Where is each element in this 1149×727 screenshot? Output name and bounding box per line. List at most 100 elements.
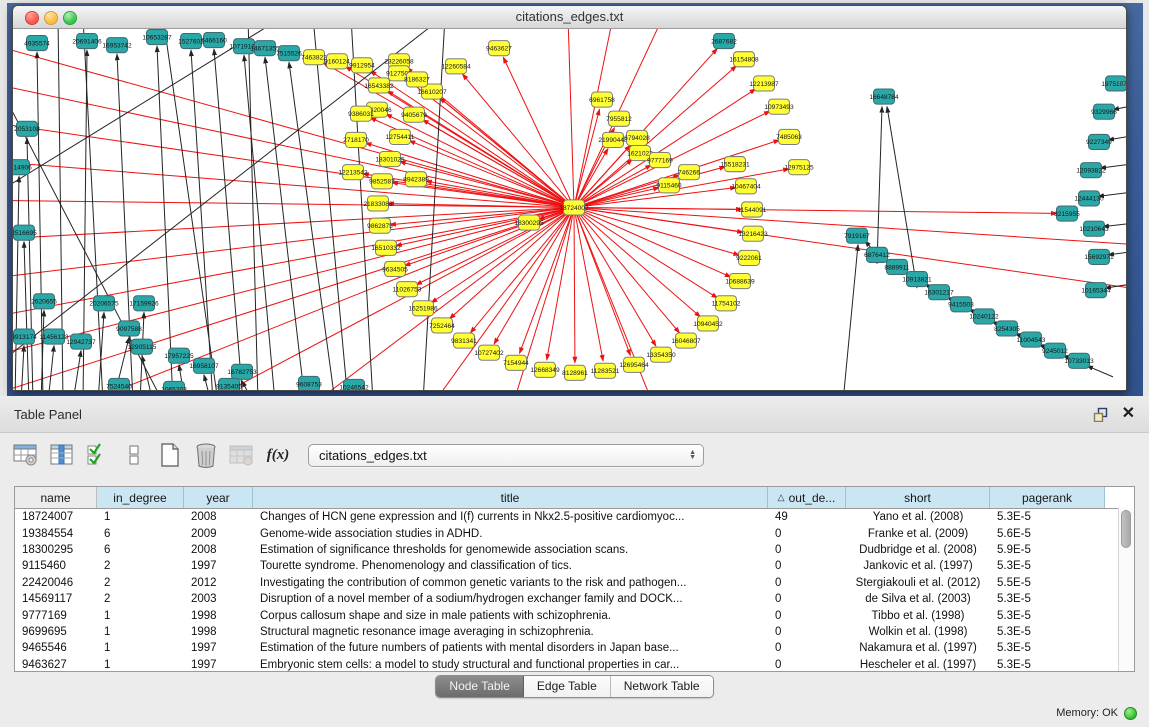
graph-node-teal[interactable]: 9608753 (296, 376, 322, 390)
graph-node-teal[interactable]: 7919167 (844, 228, 870, 243)
table-row[interactable]: 911546021997Tourette syndrome. Phenomeno… (15, 558, 1134, 574)
graph-node-yellow[interactable]: 15518231 (720, 157, 750, 172)
graph-node-teal[interactable]: 1065203 (161, 381, 187, 390)
delete-column-button[interactable] (190, 439, 222, 471)
graph-node-yellow[interactable]: 9463627 (486, 41, 512, 56)
graph-node-teal[interactable]: 2516695 (13, 225, 37, 240)
graph-node-yellow[interactable]: 12213543 (338, 165, 368, 180)
graph-node-teal[interactable]: 10210643 (1079, 221, 1109, 236)
graph-node-yellow[interactable]: 11026753 (393, 282, 422, 297)
graph-node-yellow[interactable]: 746266 (678, 165, 700, 180)
graph-node-yellow[interactable]: 11754102 (712, 296, 741, 311)
graph-node-teal[interactable]: 16648784 (869, 89, 899, 104)
graph-node-teal[interactable]: 4935574 (24, 36, 50, 51)
graph-node-teal[interactable]: 9097588 (116, 321, 142, 336)
graph-node-yellow[interactable]: 9386031 (348, 106, 374, 121)
graph-node-yellow[interactable]: 11283521 (591, 363, 620, 378)
close-window-button[interactable] (25, 11, 39, 25)
graph-node-teal[interactable]: 10240122 (969, 309, 999, 324)
column-header-title[interactable]: title (253, 487, 768, 508)
tab-network-table[interactable]: Network Table (611, 676, 713, 697)
graph-node-yellow[interactable]: 9222061 (736, 250, 762, 265)
graph-node-yellow[interactable]: 11544091 (738, 202, 767, 217)
table-row[interactable]: 969969511998Structural magnetic resonanc… (15, 624, 1134, 640)
graph-node-teal[interactable]: 17957225 (164, 348, 194, 363)
tab-edge-table[interactable]: Edge Table (524, 676, 611, 697)
graph-node-yellow[interactable]: 16543382 (364, 78, 394, 93)
graph-node-yellow[interactable]: 9405679 (401, 107, 427, 122)
tab-node-table[interactable]: Node Table (436, 676, 524, 697)
graph-node-teal[interactable]: 9415503 (948, 297, 974, 312)
graph-node-teal[interactable]: 7515526 (276, 46, 302, 61)
graph-node-yellow[interactable]: 9831341 (451, 333, 477, 348)
function-builder-button[interactable]: f(x) (262, 439, 294, 471)
graph-node-teal[interactable]: 8889911 (884, 259, 909, 274)
graph-node-teal[interactable]: 8215955 (1054, 206, 1080, 221)
graph-node-teal[interactable]: 2053108 (14, 121, 40, 136)
graph-node-yellow[interactable]: 12695464 (619, 357, 649, 372)
float-panel-icon[interactable] (1093, 407, 1108, 422)
graph-node-yellow[interactable]: 21833088 (363, 196, 393, 211)
graph-node-teal[interactable]: 16301217 (924, 285, 954, 300)
graph-node-yellow[interactable]: 12668349 (530, 362, 560, 377)
scrollbar-thumb[interactable] (1121, 510, 1131, 548)
network-window-titlebar[interactable]: citations_edges.txt (13, 6, 1126, 29)
graph-node-teal[interactable]: 16953742 (102, 38, 132, 53)
graph-node-teal[interactable]: 19751074 (1101, 76, 1126, 91)
graph-node-teal[interactable]: 12093822 (1076, 163, 1106, 178)
graph-node-yellow[interactable]: 9912954 (349, 58, 375, 73)
network-window[interactable]: citations_edges.txt 18724007946362712260… (12, 5, 1127, 391)
graph-node-yellow[interactable]: 9852587 (369, 174, 395, 189)
graph-node-yellow[interactable]: 16046807 (671, 333, 701, 348)
graph-node-yellow[interactable]: 7252464 (429, 318, 455, 333)
column-header-year[interactable]: year (184, 487, 253, 508)
column-header-out_de[interactable]: △out_de... (768, 487, 846, 508)
graph-node-yellow[interactable]: 10467404 (731, 179, 761, 194)
graph-node-teal[interactable]: 11456123 (40, 329, 69, 344)
graph-node-teal[interactable]: 9227349 (1086, 134, 1112, 149)
close-panel-icon[interactable]: ✕ (1122, 407, 1135, 421)
graph-node-yellow[interactable]: 16154808 (729, 52, 759, 67)
graph-node-teal[interactable]: 9329966 (1091, 104, 1117, 119)
graph-node-yellow[interactable]: 18300295 (514, 215, 544, 230)
graph-node-yellow[interactable]: 18301025 (375, 152, 405, 167)
network-graph-canvas[interactable]: 1872400794636271226058416610207940567912… (13, 29, 1126, 390)
graph-node-yellow[interactable]: 7154944 (503, 355, 529, 370)
graph-node-teal[interactable]: 10913821 (902, 272, 932, 287)
graph-node-teal[interactable]: 2687682 (711, 34, 737, 49)
graph-node-teal[interactable]: 20691406 (72, 34, 102, 49)
graph-node-yellow[interactable]: 8128961 (562, 365, 588, 380)
graph-node-teal[interactable]: 10246542 (339, 379, 369, 390)
table-row[interactable]: 1872400712008Changes of HCN gene express… (15, 509, 1134, 525)
graph-node-yellow[interactable]: 9862875 (367, 218, 393, 233)
minimize-window-button[interactable] (44, 11, 58, 25)
graph-node-yellow[interactable]: 7485063 (776, 129, 802, 144)
graph-node-teal[interactable]: 6876412 (864, 247, 890, 262)
graph-node-teal[interactable]: 9135405 (216, 378, 242, 390)
graph-node-yellow[interactable]: 8186327 (404, 72, 430, 87)
graph-node-teal[interactable]: 12942737 (66, 334, 96, 349)
graph-node-yellow[interactable]: 10940452 (693, 316, 723, 331)
graph-node-yellow[interactable]: 10688639 (725, 274, 755, 289)
table-vertical-scrollbar[interactable] (1118, 508, 1134, 671)
graph-node-teal[interactable]: 12444130 (1074, 191, 1104, 206)
column-header-in_degree[interactable]: in_degree (97, 487, 184, 508)
graph-node-teal[interactable]: 11004543 (1017, 332, 1046, 347)
graph-node-yellow[interactable]: 6961758 (589, 92, 615, 107)
graph-node-yellow[interactable]: 9777169 (647, 153, 673, 168)
graph-node-teal[interactable]: 7524540 (106, 378, 132, 390)
graph-node-yellow[interactable]: 9160124 (324, 54, 350, 69)
table-row[interactable]: 1456911722003Disruption of a novel membe… (15, 591, 1134, 607)
deselect-all-button[interactable] (118, 439, 150, 471)
graph-node-yellow[interactable]: 13216423 (738, 226, 768, 241)
create-column-button[interactable] (154, 439, 186, 471)
graph-node-teal[interactable]: 16958107 (189, 358, 219, 373)
graph-node-yellow[interactable]: 16510332 (371, 240, 401, 255)
network-table-select[interactable]: citations_edges.txt ▲▼ (308, 444, 704, 467)
graph-node-yellow[interactable]: 10727402 (474, 345, 504, 360)
column-header-name[interactable]: name (15, 487, 97, 508)
graph-node-teal[interactable]: 2620655 (31, 294, 57, 309)
column-header-pagerank[interactable]: pagerank (990, 487, 1105, 508)
table-row[interactable]: 977716911998Corpus callosum shape and si… (15, 607, 1134, 623)
graph-node-teal[interactable]: 10653287 (142, 30, 172, 45)
